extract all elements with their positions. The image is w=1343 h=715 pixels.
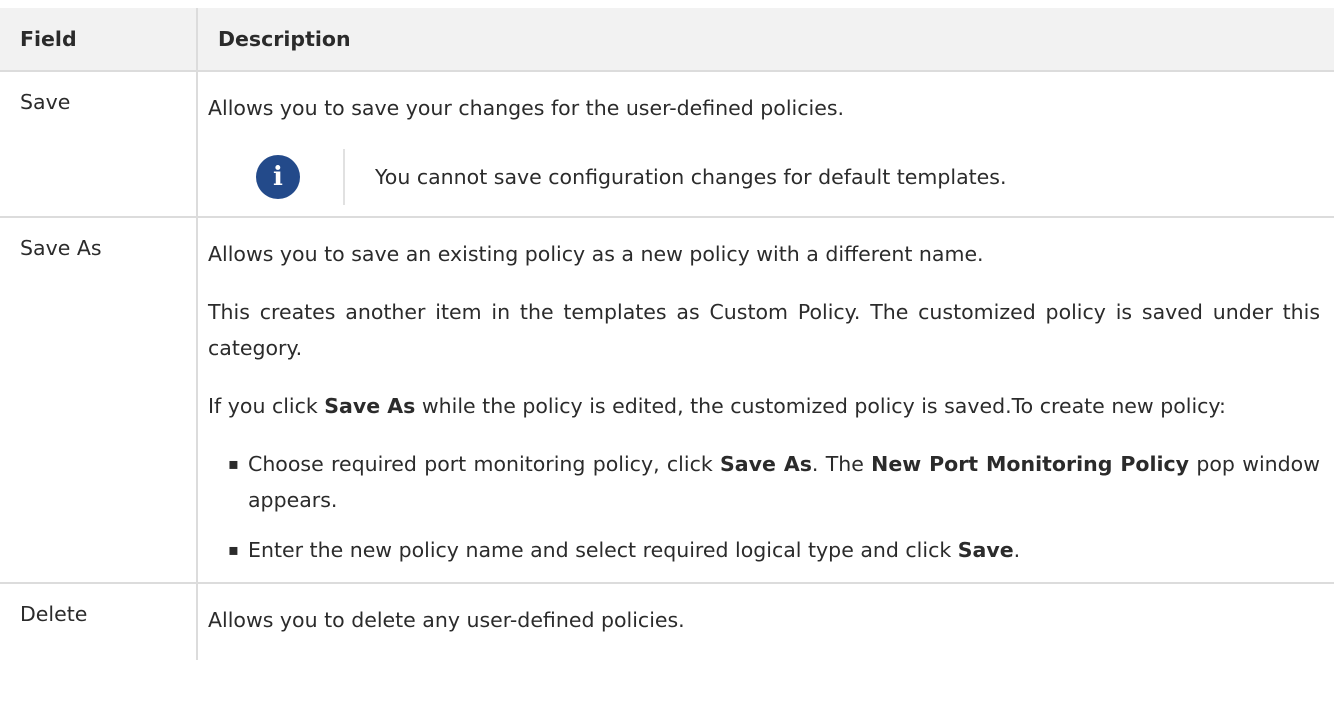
bullet-icon: ▪ <box>228 540 239 559</box>
list-item: ▪ Enter the new policy name and select re… <box>228 532 1320 568</box>
info-icon: i <box>256 155 300 199</box>
table-row: Save Allows you to save your changes for… <box>0 71 1334 218</box>
bullet-1-text-1: Choose required port monitoring policy, … <box>248 452 721 476</box>
bullet-1-bold-1: Save As <box>720 452 812 476</box>
paragraph-3-text-after: while the policy is edited, the customiz… <box>415 394 1226 418</box>
description-paragraph-3: If you click Save As while the policy is… <box>208 388 1320 424</box>
description-paragraph-1: Allows you to save an existing policy as… <box>208 242 984 266</box>
header-description: Description <box>197 8 1334 72</box>
steps-list: ▪ Choose required port monitoring policy,… <box>208 446 1320 568</box>
paragraph-3-bold: Save As <box>324 394 416 418</box>
field-cell-delete: Delete <box>0 583 198 660</box>
description-cell-save-as: Allows you to save an existing policy as… <box>197 217 1334 584</box>
description-paragraph-2: This creates another item in the templat… <box>208 300 1320 360</box>
paragraph-3-text-before: If you click <box>208 394 325 418</box>
note-divider <box>343 149 345 205</box>
description-text: Allows you to delete any user-defined po… <box>208 608 685 632</box>
header-field: Field <box>0 8 198 72</box>
fields-table: Field Description Save Allows you to sav… <box>0 8 1334 660</box>
bullet-2-text-2: . <box>1013 538 1021 562</box>
bullet-icon: ▪ <box>228 454 239 473</box>
bullet-1-text-2: . The <box>811 452 872 476</box>
bullet-2-bold-1: Save <box>957 538 1014 562</box>
field-cell-save: Save <box>0 71 198 218</box>
list-item: ▪ Choose required port monitoring policy,… <box>228 446 1320 518</box>
field-cell-save-as: Save As <box>0 217 198 584</box>
table-row: Save As Allows you to save an existing p… <box>0 217 1334 584</box>
table-header-row: Field Description <box>0 8 1334 72</box>
description-cell-delete: Allows you to delete any user-defined po… <box>197 583 1334 660</box>
bullet-2-text-1: Enter the new policy name and select req… <box>248 538 958 562</box>
description-cell-save: Allows you to save your changes for the … <box>197 71 1334 218</box>
note-box: i You cannot save configuration changes … <box>256 148 1320 206</box>
description-text: Allows you to save your changes for the … <box>208 96 845 120</box>
bullet-1-bold-2: New Port Monitoring Policy <box>871 452 1190 476</box>
table-row: Delete Allows you to delete any user-def… <box>0 583 1334 660</box>
note-text: You cannot save configuration changes fo… <box>375 165 1007 189</box>
